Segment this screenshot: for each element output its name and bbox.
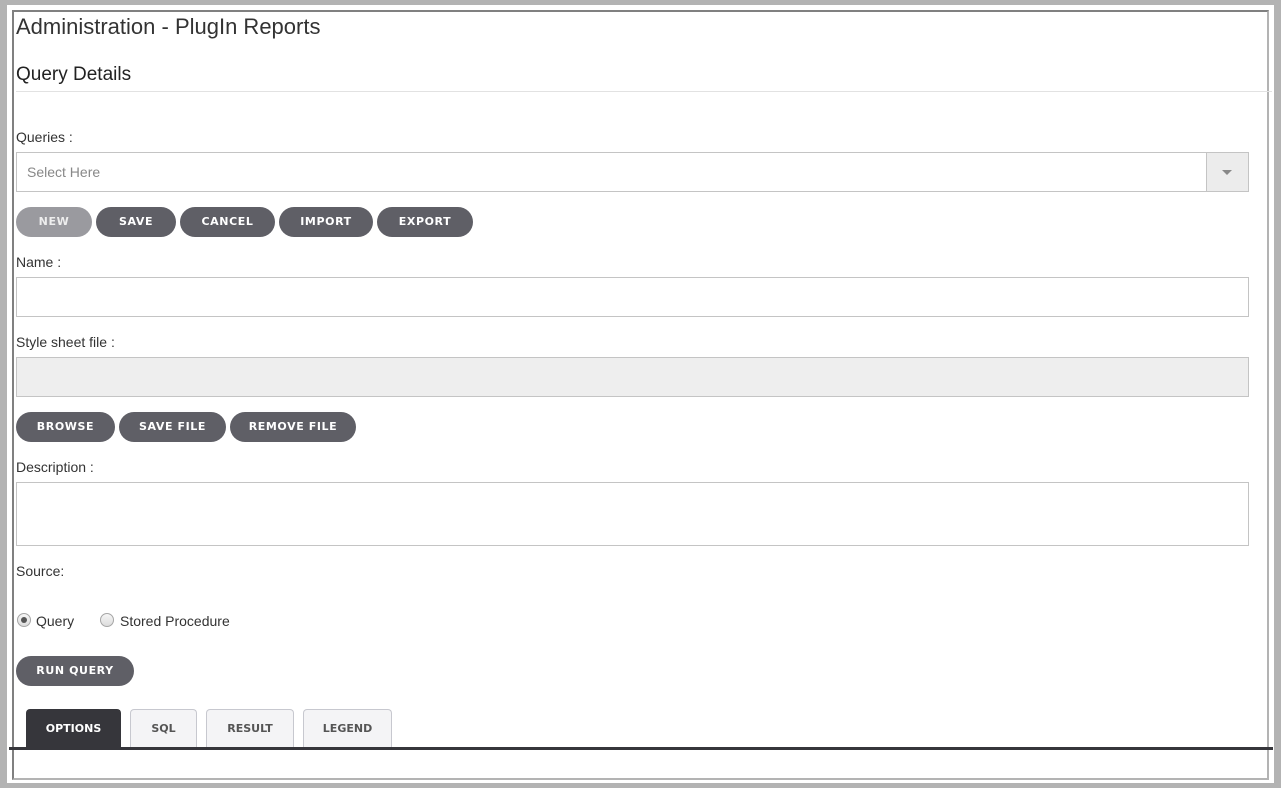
page-title: Administration - PlugIn Reports [16,14,321,39]
tab-options[interactable]: OPTIONS [26,709,121,748]
radio-selected-dot [21,617,27,623]
export-button[interactable]: EXPORT [377,207,473,237]
new-button[interactable]: NEW [16,207,92,237]
queries-label: Queries : [16,129,73,145]
save-file-button[interactable]: SAVE FILE [119,412,226,442]
section-title: Query Details [16,64,132,85]
source-radio-stored-procedure[interactable] [100,613,114,627]
source-radio-query-label[interactable]: Query [36,613,74,629]
style-sheet-label: Style sheet file : [16,334,115,350]
style-sheet-file-input[interactable] [16,357,1249,397]
name-label: Name : [16,254,62,270]
remove-file-button[interactable]: REMOVE FILE [230,412,356,442]
import-button[interactable]: IMPORT [279,207,373,237]
source-radio-stored-procedure-label[interactable]: Stored Procedure [120,613,230,629]
source-radio-query[interactable] [17,613,31,627]
description-label: Description : [16,459,94,475]
section-divider [16,91,1272,92]
name-input[interactable] [16,277,1249,317]
cancel-button[interactable]: CANCEL [180,207,275,237]
tab-sql[interactable]: SQL [130,709,197,748]
queries-select-placeholder: Select Here [27,164,101,180]
run-query-button[interactable]: RUN QUERY [16,656,134,686]
caret-down-icon [1222,170,1232,175]
browse-button[interactable]: BROWSE [16,412,115,442]
queries-select[interactable]: Select Here [16,152,1249,192]
save-button[interactable]: SAVE [96,207,176,237]
tab-result[interactable]: RESULT [206,709,294,748]
tab-legend[interactable]: LEGEND [303,709,392,748]
queries-dropdown-toggle[interactable] [1206,153,1248,191]
tab-bar-underline [9,747,1273,750]
description-textarea[interactable] [16,482,1249,546]
source-label: Source: [16,563,65,579]
